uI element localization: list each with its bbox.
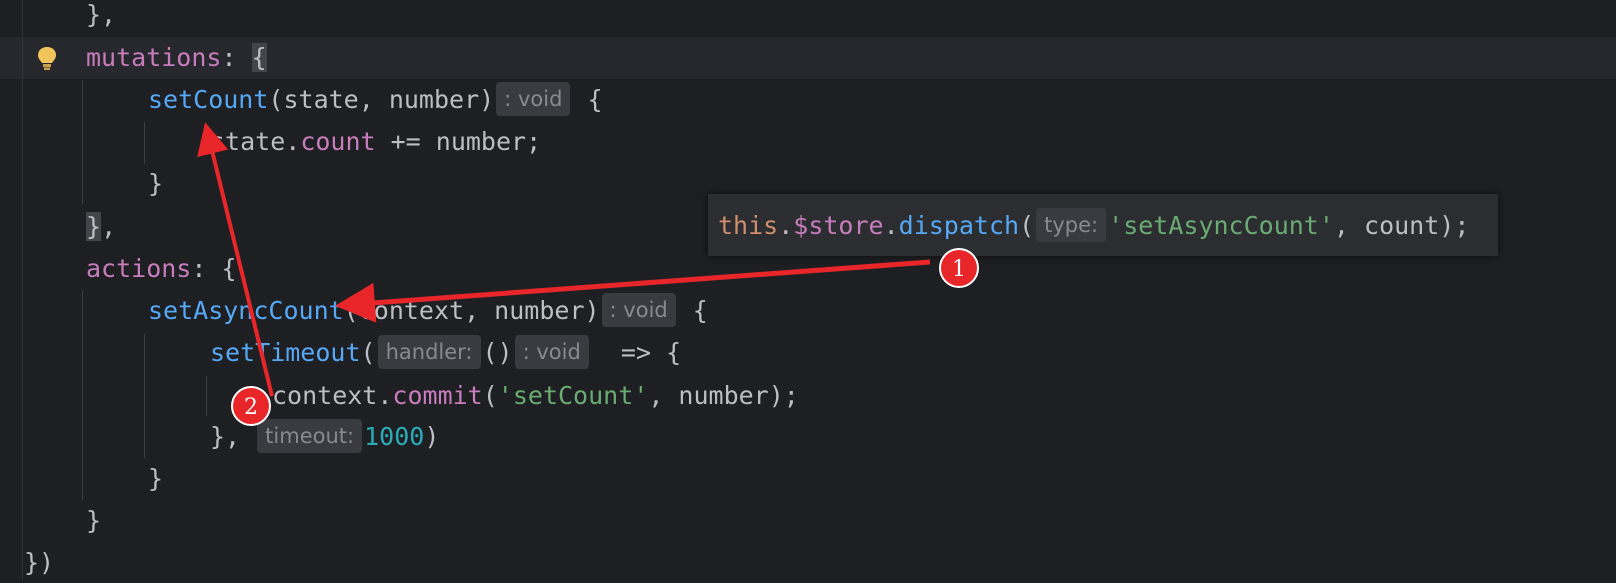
annotation-badge-2: 2 xyxy=(231,386,271,426)
arrow-1 xyxy=(335,259,931,323)
annotation-arrows xyxy=(197,122,931,397)
arrow-2 xyxy=(197,122,274,397)
annotation-badge-1: 1 xyxy=(939,248,979,288)
